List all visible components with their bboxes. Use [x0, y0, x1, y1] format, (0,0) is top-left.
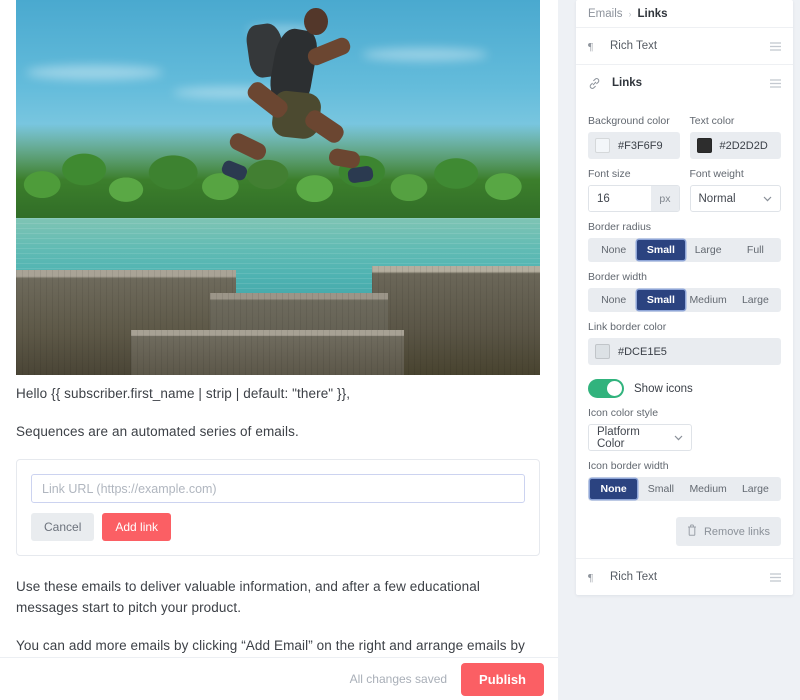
intro-paragraph[interactable]: Sequences are an automated series of ema… — [16, 421, 540, 442]
icon-border-width-option-none[interactable]: None — [590, 479, 638, 499]
border-width-option-small[interactable]: Small — [637, 290, 685, 310]
breadcrumb: Emails › Links — [576, 0, 793, 27]
breadcrumb-current: Links — [637, 7, 668, 20]
show-icons-toggle[interactable] — [588, 379, 624, 398]
link-insert-card: Cancel Add link — [16, 459, 540, 556]
hero-image-block[interactable] — [16, 0, 540, 375]
font-fields-row: Font size px Font weight Normal — [588, 159, 781, 212]
font-size-field[interactable]: px — [588, 185, 680, 212]
pilcrow-icon: ¶ — [588, 40, 599, 52]
border-radius-option-full[interactable]: Full — [732, 240, 779, 260]
font-size-input[interactable] — [589, 186, 652, 211]
breadcrumb-separator-icon: › — [628, 8, 632, 19]
icon-color-style-value: Platform Color — [597, 425, 640, 450]
block-row-links[interactable]: Links — [576, 64, 793, 101]
remove-links-button[interactable]: Remove links — [675, 517, 781, 546]
icon-color-style-select[interactable]: Platform Color — [588, 424, 692, 451]
background-color-field[interactable]: #F3F6F9 — [588, 132, 680, 159]
drag-handle-icon[interactable] — [770, 572, 781, 582]
link-border-color-label: Link border color — [588, 321, 667, 333]
body-paragraph-1[interactable]: Use these emails to deliver valuable inf… — [16, 576, 540, 618]
border-radius-label: Border radius — [588, 221, 652, 233]
font-size-label: Font size — [588, 168, 631, 180]
hero-photo — [16, 0, 540, 375]
body-paragraph-2[interactable]: You can add more emails by clicking “Add… — [16, 635, 540, 657]
font-weight-label: Font weight — [689, 168, 744, 180]
font-weight-select[interactable]: Normal — [689, 185, 781, 212]
icon-color-style-label: Icon color style — [588, 407, 659, 419]
icon-border-width-label: Icon border width — [588, 460, 669, 472]
border-width-option-none[interactable]: None — [590, 290, 637, 310]
link-icon — [588, 77, 601, 90]
app-root: Hello {{ subscriber.first_name | strip |… — [0, 0, 800, 700]
svg-text:¶: ¶ — [588, 572, 593, 583]
svg-text:¶: ¶ — [588, 41, 593, 52]
photo-runner-figure — [220, 7, 383, 218]
border-radius-option-large[interactable]: Large — [685, 240, 732, 260]
page-scrollbar[interactable] — [796, 0, 800, 700]
background-color-value: #F3F6F9 — [618, 139, 663, 152]
border-width-label: Border width — [588, 271, 647, 283]
show-icons-row: Show icons — [588, 379, 781, 398]
add-link-button[interactable]: Add link — [102, 513, 172, 541]
block-row-rich-text-after[interactable]: ¶ Rich Text — [576, 558, 793, 595]
drag-handle-icon[interactable] — [770, 41, 781, 51]
text-color-label: Text color — [689, 115, 735, 127]
text-color-value: #2D2D2D — [719, 139, 768, 152]
font-size-unit: px — [651, 186, 679, 211]
font-weight-value: Normal — [698, 192, 736, 205]
border-radius-option-none[interactable]: None — [590, 240, 637, 260]
link-border-color-field[interactable]: #DCE1E5 — [588, 338, 781, 365]
link-border-color-swatch[interactable] — [595, 344, 610, 359]
chevron-down-icon — [763, 194, 772, 204]
trash-icon — [687, 524, 697, 539]
text-color-field[interactable]: #2D2D2D — [689, 132, 781, 159]
remove-links-row: Remove links — [588, 517, 781, 546]
save-status-text: All changes saved — [349, 672, 448, 686]
editor-scroll-area: Hello {{ subscriber.first_name | strip |… — [0, 0, 558, 657]
icon-border-width-option-small[interactable]: Small — [637, 479, 684, 499]
link-url-input[interactable] — [31, 474, 525, 503]
remove-links-label: Remove links — [703, 525, 770, 538]
background-color-swatch[interactable] — [595, 138, 610, 153]
link-form-actions: Cancel Add link — [31, 513, 525, 541]
icon-border-width-option-large[interactable]: Large — [732, 479, 779, 499]
border-width-segmented: None Small Medium Large — [588, 288, 781, 312]
breadcrumb-emails[interactable]: Emails — [588, 8, 623, 20]
pilcrow-icon: ¶ — [588, 571, 599, 583]
photo-block-front — [131, 330, 404, 375]
border-radius-option-small[interactable]: Small — [637, 240, 685, 260]
drag-handle-icon[interactable] — [770, 78, 781, 88]
block-title: Rich Text — [610, 40, 658, 52]
cancel-button[interactable]: Cancel — [31, 513, 95, 541]
show-icons-label: Show icons — [634, 382, 693, 395]
block-title: Rich Text — [610, 571, 658, 583]
editor-text-body: Hello {{ subscriber.first_name | strip |… — [16, 383, 540, 657]
link-settings-form: Background color #F3F6F9 Text color #2D2… — [576, 101, 793, 558]
border-width-option-large[interactable]: Large — [732, 290, 779, 310]
editor-footer-bar: All changes saved Publish — [0, 657, 558, 700]
color-fields-row: Background color #F3F6F9 Text color #2D2… — [588, 106, 781, 159]
publish-button[interactable]: Publish — [461, 662, 544, 696]
block-title: Links — [612, 77, 643, 89]
link-border-color-value: #DCE1E5 — [618, 345, 667, 358]
icon-border-width-option-medium[interactable]: Medium — [685, 479, 732, 499]
border-width-option-medium[interactable]: Medium — [685, 290, 732, 310]
background-color-label: Background color — [588, 115, 670, 127]
icon-border-width-segmented: None Small Medium Large — [588, 477, 781, 501]
block-row-rich-text[interactable]: ¶ Rich Text — [576, 27, 793, 64]
border-radius-segmented: None Small Large Full — [588, 238, 781, 262]
email-editor-column: Hello {{ subscriber.first_name | strip |… — [0, 0, 558, 700]
greeting-paragraph[interactable]: Hello {{ subscriber.first_name | strip |… — [16, 383, 540, 404]
text-color-swatch[interactable] — [696, 138, 712, 153]
chevron-down-icon — [674, 433, 683, 443]
settings-panel: Emails › Links ¶ Rich Text Links Backgro… — [576, 0, 793, 595]
